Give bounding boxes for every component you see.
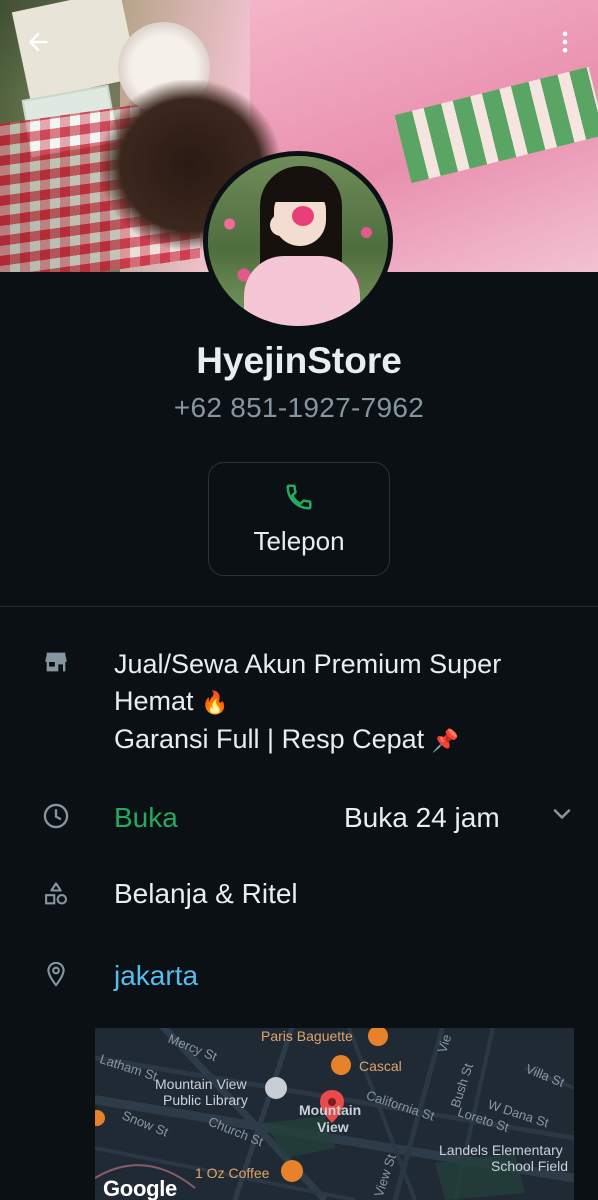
map-label-cascal: Cascal xyxy=(359,1058,402,1074)
location-pin-icon xyxy=(40,958,72,990)
clock-icon xyxy=(40,800,72,832)
call-button-label: Telepon xyxy=(253,525,345,556)
more-options-button[interactable] xyxy=(548,22,582,62)
profile-avatar[interactable] xyxy=(203,151,393,331)
more-vertical-icon xyxy=(562,31,568,53)
business-category: Belanja & Ritel xyxy=(114,878,298,909)
google-logo: Google xyxy=(103,1176,177,1200)
map-label-paris-baguette: Paris Baguette xyxy=(261,1028,353,1044)
open-status[interactable]: Buka xyxy=(114,802,178,834)
section-divider xyxy=(0,606,598,607)
location-map[interactable]: Paris Baguette Cascal Mercy St Latham St… xyxy=(95,1028,574,1200)
about-line-1: Jual/Sewa Akun Premium Super xyxy=(114,649,502,679)
category-shapes-icon xyxy=(40,878,72,910)
arrow-back-icon xyxy=(28,32,48,52)
profile-phone[interactable]: +62 851-1927-7962 xyxy=(0,392,598,424)
business-location[interactable]: jakarta xyxy=(114,960,198,992)
map-label-1-oz-coffee: 1 Oz Coffee xyxy=(195,1165,270,1181)
map-label-library-2: Public Library xyxy=(163,1092,248,1108)
back-button[interactable] xyxy=(16,22,60,62)
call-button[interactable]: Telepon xyxy=(208,462,390,576)
avatar-hand xyxy=(270,214,292,236)
map-label-landels-1: Landels Elementary xyxy=(439,1142,563,1158)
fire-emoji: 🔥 xyxy=(201,690,229,715)
about-line-2: Hemat xyxy=(114,686,194,716)
map-label-mountain-view-2: View xyxy=(317,1119,349,1135)
profile-name: HyejinStore xyxy=(196,340,402,381)
avatar-shirt xyxy=(244,256,360,326)
hours-expand-button[interactable] xyxy=(548,800,576,828)
phone-icon xyxy=(286,484,312,509)
avatar-flower xyxy=(292,206,314,226)
pin-emoji: 📌 xyxy=(431,728,460,753)
map-label-library-1: Mountain View xyxy=(155,1076,247,1092)
chevron-down-icon xyxy=(553,809,571,819)
about-line-3: Garansi Full | Resp Cepat xyxy=(114,724,425,754)
business-description: Jual/Sewa Akun Premium Super Hemat 🔥 Gar… xyxy=(114,646,574,759)
business-hours[interactable]: Buka 24 jam xyxy=(344,802,500,834)
store-icon xyxy=(40,646,72,678)
map-label-landels-2: School Field xyxy=(491,1158,569,1174)
map-label-mountain-view-1: Mountain xyxy=(299,1102,362,1118)
avatar-bangs xyxy=(270,178,330,202)
